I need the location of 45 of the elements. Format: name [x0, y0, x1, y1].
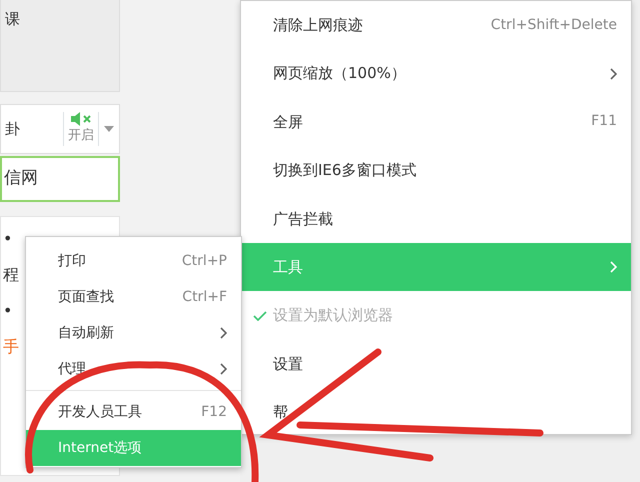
menu-item[interactable]: 帮	[241, 388, 631, 437]
shortcut-text: F12	[201, 402, 227, 422]
menu-item[interactable]: 切换到IE6多窗口模式	[241, 146, 631, 195]
submenu-item-label: 自动刷新	[58, 324, 114, 342]
search-field[interactable]: 信网	[0, 156, 120, 202]
menu-item-label: 设置	[273, 354, 303, 375]
menu-item[interactable]: 设置	[241, 340, 631, 388]
menu-item[interactable]: 网页缩放（100%）	[241, 49, 631, 98]
menu-item[interactable]: 全屏 F11	[241, 98, 631, 146]
chevron-icon	[220, 327, 227, 339]
bar-text: 卦	[4, 118, 21, 140]
submenu-item[interactable]: 打印 Ctrl+P	[26, 243, 241, 279]
sound-label: 开启	[68, 127, 94, 146]
shortcut-text: Ctrl+F	[182, 288, 227, 306]
news-text: •	[3, 300, 12, 322]
mute-speaker-icon[interactable]	[70, 112, 92, 126]
submenu-item[interactable]: 开发人员工具 F12	[26, 394, 241, 430]
news-text: 程	[3, 264, 19, 286]
menu-item-label: 切换到IE6多窗口模式	[273, 160, 416, 182]
submenu-item[interactable]: 页面查找 Ctrl+F	[26, 279, 241, 315]
submenu-item-label: 开发人员工具	[58, 402, 142, 422]
check-icon	[253, 310, 267, 321]
chevron-icon	[610, 68, 617, 80]
shortcut-text: F11	[591, 112, 617, 132]
chevron-icon	[220, 363, 227, 375]
caret-icon[interactable]	[104, 126, 114, 132]
menu-item[interactable]: 广告拦截	[241, 194, 631, 243]
menu-item-label: 设置为默认浏览器	[273, 305, 393, 326]
submenu-item-label: 打印	[58, 252, 86, 270]
menu-item-label: 全屏	[273, 112, 303, 133]
submenu-item[interactable]: 自动刷新	[26, 315, 241, 351]
menu-item-label: 网页缩放（100%）	[273, 63, 406, 84]
menu-item-label: 广告拦截	[273, 208, 333, 230]
submenu-item-label: Internet选项	[58, 438, 142, 458]
shortcut-text: Ctrl+P	[182, 252, 227, 270]
shortcut-text: Ctrl+Shift+Delete	[490, 16, 617, 35]
menu-item-label: 工具	[273, 256, 303, 278]
chevron-icon	[610, 261, 617, 274]
submenu-item-label: 页面查找	[58, 288, 114, 306]
menu-item-label: 帮	[273, 402, 288, 424]
menu-item-label: 清除上网痕迹	[273, 14, 363, 36]
news-text: •	[3, 228, 12, 250]
menu-item[interactable]: 清除上网痕迹 Ctrl+Shift+Delete	[241, 1, 631, 50]
card-text: 课	[5, 10, 20, 28]
news-text: 手	[3, 336, 19, 358]
